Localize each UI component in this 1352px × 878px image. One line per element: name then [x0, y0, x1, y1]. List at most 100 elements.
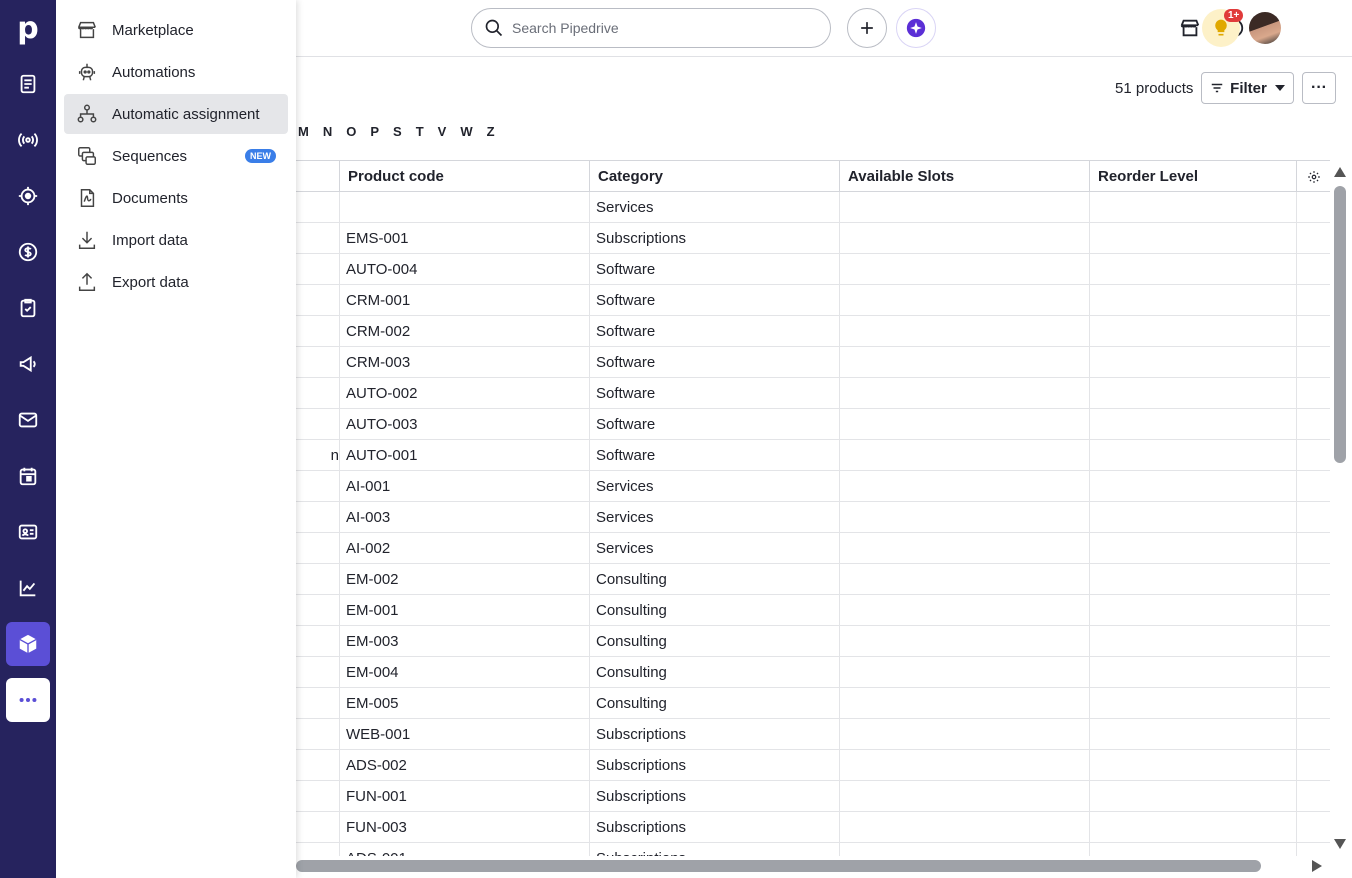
table-cell-slots[interactable]	[839, 781, 1089, 812]
table-cell-slots[interactable]	[839, 595, 1089, 626]
alpha-letter[interactable]: V	[438, 124, 447, 139]
table-cell-code[interactable]: CRM-001	[339, 285, 589, 316]
table-row[interactable]: CRM-002 Software	[296, 316, 1330, 347]
table-cell-extra[interactable]	[1296, 223, 1330, 254]
campaigns-icon[interactable]	[6, 342, 50, 386]
table-row[interactable]: ADS-002 Subscriptions	[296, 750, 1330, 781]
table-cell-code[interactable]: EM-003	[339, 626, 589, 657]
alpha-letter[interactable]: P	[370, 124, 379, 139]
menu-item-sequences[interactable]: Sequences NEW	[64, 136, 288, 176]
table-cell-reorder[interactable]	[1089, 688, 1296, 719]
table-row[interactable]: EM-005 Consulting	[296, 688, 1330, 719]
table-cell-category[interactable]: Subscriptions	[589, 843, 839, 856]
table-cell-name[interactable]	[296, 285, 339, 316]
table-cell-code[interactable]	[339, 192, 589, 223]
table-cell-slots[interactable]	[839, 812, 1089, 843]
table-cell-extra[interactable]	[1296, 719, 1330, 750]
table-cell-category[interactable]: Subscriptions	[589, 719, 839, 750]
table-cell-code[interactable]: AI-003	[339, 502, 589, 533]
table-cell-extra[interactable]	[1296, 781, 1330, 812]
alpha-letter[interactable]: T	[416, 124, 424, 139]
table-cell-code[interactable]: FUN-001	[339, 781, 589, 812]
table-cell-slots[interactable]	[839, 688, 1089, 719]
table-cell-slots[interactable]	[839, 533, 1089, 564]
table-cell-name[interactable]	[296, 626, 339, 657]
table-cell-category[interactable]: Subscriptions	[589, 750, 839, 781]
table-cell-name[interactable]	[296, 192, 339, 223]
table-cell-slots[interactable]	[839, 316, 1089, 347]
table-cell-reorder[interactable]	[1089, 502, 1296, 533]
table-cell-reorder[interactable]	[1089, 843, 1296, 856]
alpha-letter[interactable]: S	[393, 124, 402, 139]
menu-item-marketplace[interactable]: Marketplace	[64, 10, 288, 50]
table-cell-name[interactable]	[296, 781, 339, 812]
table-cell-code[interactable]: AUTO-003	[339, 409, 589, 440]
table-cell-category[interactable]: Software	[589, 409, 839, 440]
table-cell-slots[interactable]	[839, 750, 1089, 781]
alpha-letter[interactable]: O	[346, 124, 356, 139]
table-cell-reorder[interactable]	[1089, 285, 1296, 316]
avatar[interactable]	[1249, 12, 1281, 44]
table-cell-slots[interactable]	[839, 657, 1089, 688]
table-cell-name[interactable]	[296, 719, 339, 750]
table-cell-name[interactable]	[296, 533, 339, 564]
table-cell-name[interactable]	[296, 750, 339, 781]
table-cell-slots[interactable]	[839, 254, 1089, 285]
table-cell-slots[interactable]	[839, 564, 1089, 595]
table-cell-reorder[interactable]	[1089, 657, 1296, 688]
table-cell-category[interactable]: Services	[589, 502, 839, 533]
alpha-letter[interactable]: W	[460, 124, 472, 139]
table-row[interactable]: CRM-003 Software	[296, 347, 1330, 378]
table-cell-category[interactable]: Subscriptions	[589, 781, 839, 812]
table-cell-reorder[interactable]	[1089, 719, 1296, 750]
table-cell-code[interactable]: AI-002	[339, 533, 589, 564]
table-cell-code[interactable]: ADS-001	[339, 843, 589, 856]
table-cell-name[interactable]	[296, 688, 339, 719]
table-cell-slots[interactable]	[839, 440, 1089, 471]
table-cell-name[interactable]	[296, 564, 339, 595]
table-cell-category[interactable]: Software	[589, 316, 839, 347]
calendar-icon[interactable]	[6, 454, 50, 498]
table-cell-category[interactable]: Software	[589, 378, 839, 409]
leads-icon[interactable]	[6, 62, 50, 106]
table-cell-code[interactable]: ADS-002	[339, 750, 589, 781]
table-cell-extra[interactable]	[1296, 192, 1330, 223]
table-cell-name[interactable]	[296, 812, 339, 843]
table-cell-name[interactable]	[296, 843, 339, 856]
menu-item-automations[interactable]: Automations	[64, 52, 288, 92]
table-cell-name[interactable]	[296, 657, 339, 688]
table-cell-reorder[interactable]	[1089, 378, 1296, 409]
table-cell-reorder[interactable]	[1089, 223, 1296, 254]
table-cell-slots[interactable]	[839, 719, 1089, 750]
table-cell-code[interactable]: FUN-003	[339, 812, 589, 843]
table-row[interactable]: EMS-001 Subscriptions	[296, 223, 1330, 254]
table-row[interactable]: CRM-001 Software	[296, 285, 1330, 316]
table-cell-reorder[interactable]	[1089, 316, 1296, 347]
search-input[interactable]	[512, 20, 792, 36]
table-cell-slots[interactable]	[839, 347, 1089, 378]
menu-item-import-data[interactable]: Import data	[64, 220, 288, 260]
table-cell-name[interactable]	[296, 595, 339, 626]
table-cell-extra[interactable]	[1296, 502, 1330, 533]
table-row[interactable]: EM-002 Consulting	[296, 564, 1330, 595]
table-row[interactable]: AI-002 Services	[296, 533, 1330, 564]
table-cell-code[interactable]: EM-004	[339, 657, 589, 688]
table-cell-category[interactable]: Services	[589, 533, 839, 564]
table-cell-category[interactable]: Services	[589, 192, 839, 223]
table-cell-reorder[interactable]	[1089, 254, 1296, 285]
table-row[interactable]: AUTO-004 Software	[296, 254, 1330, 285]
table-cell-slots[interactable]	[839, 843, 1089, 856]
table-cell-extra[interactable]	[1296, 595, 1330, 626]
column-header-product-code[interactable]: Product code	[339, 161, 589, 192]
table-row[interactable]: AI-001 Services	[296, 471, 1330, 502]
table-cell-category[interactable]: Software	[589, 254, 839, 285]
ai-assistant-button[interactable]	[896, 8, 936, 48]
table-row[interactable]: AI-003 Services	[296, 502, 1330, 533]
table-cell-category[interactable]: Consulting	[589, 688, 839, 719]
table-cell-code[interactable]: AUTO-004	[339, 254, 589, 285]
alpha-letter[interactable]: N	[323, 124, 332, 139]
add-button[interactable]	[847, 8, 887, 48]
table-cell-reorder[interactable]	[1089, 626, 1296, 657]
table-cell-category[interactable]: Software	[589, 440, 839, 471]
table-cell-extra[interactable]	[1296, 378, 1330, 409]
